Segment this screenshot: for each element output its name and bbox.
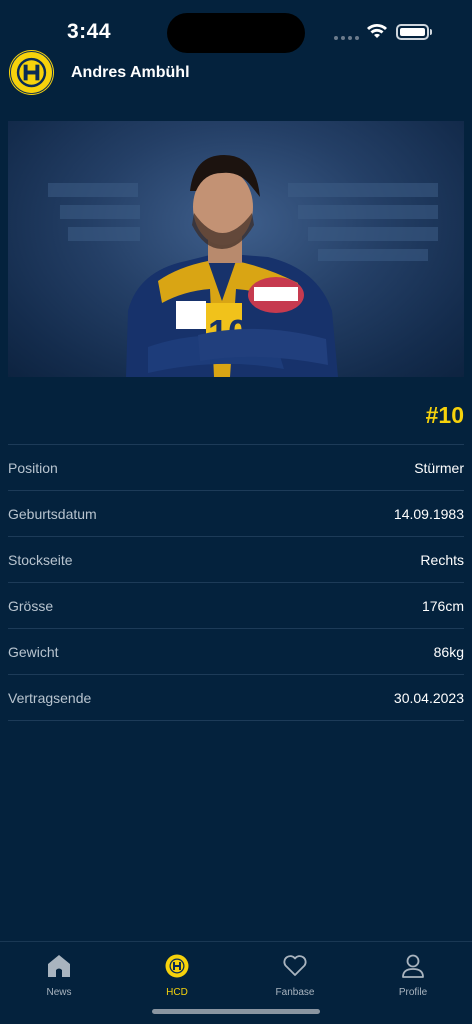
hcd-club-logo[interactable] <box>8 49 55 96</box>
hcd-logo-icon <box>163 952 191 980</box>
tab-label: Profile <box>398 987 428 998</box>
detail-row-contract-end: Vertragsende 30.04.2023 <box>8 675 464 721</box>
detail-value: 14.09.1983 <box>393 505 464 522</box>
player-name-title: Andres Ambühl <box>71 64 190 81</box>
heart-icon <box>281 952 309 980</box>
detail-value: 176cm <box>421 597 464 614</box>
detail-row-position: Position Stürmer <box>8 445 464 491</box>
cellular-signal-icon <box>334 36 359 40</box>
detail-label: Position <box>8 459 58 476</box>
detail-row-stick-side: Stockseite Rechts <box>8 537 464 583</box>
wifi-icon <box>367 24 387 38</box>
tab-label: HCD <box>166 987 188 998</box>
detail-value: Rechts <box>420 551 464 568</box>
tab-label: News <box>46 987 72 998</box>
player-photo: 10 <box>8 121 464 377</box>
detail-label: Vertragsende <box>8 689 92 706</box>
dynamic-island <box>167 13 305 53</box>
detail-row-height: Grösse 176cm <box>8 583 464 629</box>
header: Andres Ambühl <box>0 48 472 98</box>
detail-label: Gewicht <box>8 643 59 660</box>
detail-value: 30.04.2023 <box>393 689 464 706</box>
home-indicator[interactable] <box>152 1009 320 1014</box>
tab-label: Fanbase <box>275 987 315 998</box>
detail-value: Stürmer <box>414 459 464 476</box>
person-icon <box>399 952 427 980</box>
detail-label: Grösse <box>8 597 54 614</box>
home-icon <box>45 952 73 980</box>
detail-row-birthdate: Geburtsdatum 14.09.1983 <box>8 491 464 537</box>
detail-row-weight: Gewicht 86kg <box>8 629 464 675</box>
detail-value: 86kg <box>433 643 464 660</box>
status-time: 3:44 <box>67 20 112 43</box>
player-details-list: Position Stürmer Geburtsdatum 14.09.1983… <box>8 444 464 721</box>
tab-profile[interactable]: Profile <box>354 942 472 1024</box>
detail-label: Stockseite <box>8 551 73 568</box>
jersey-number: #10 <box>425 402 464 428</box>
tab-news[interactable]: News <box>0 942 118 1024</box>
battery-icon <box>396 24 429 40</box>
detail-label: Geburtsdatum <box>8 505 97 522</box>
